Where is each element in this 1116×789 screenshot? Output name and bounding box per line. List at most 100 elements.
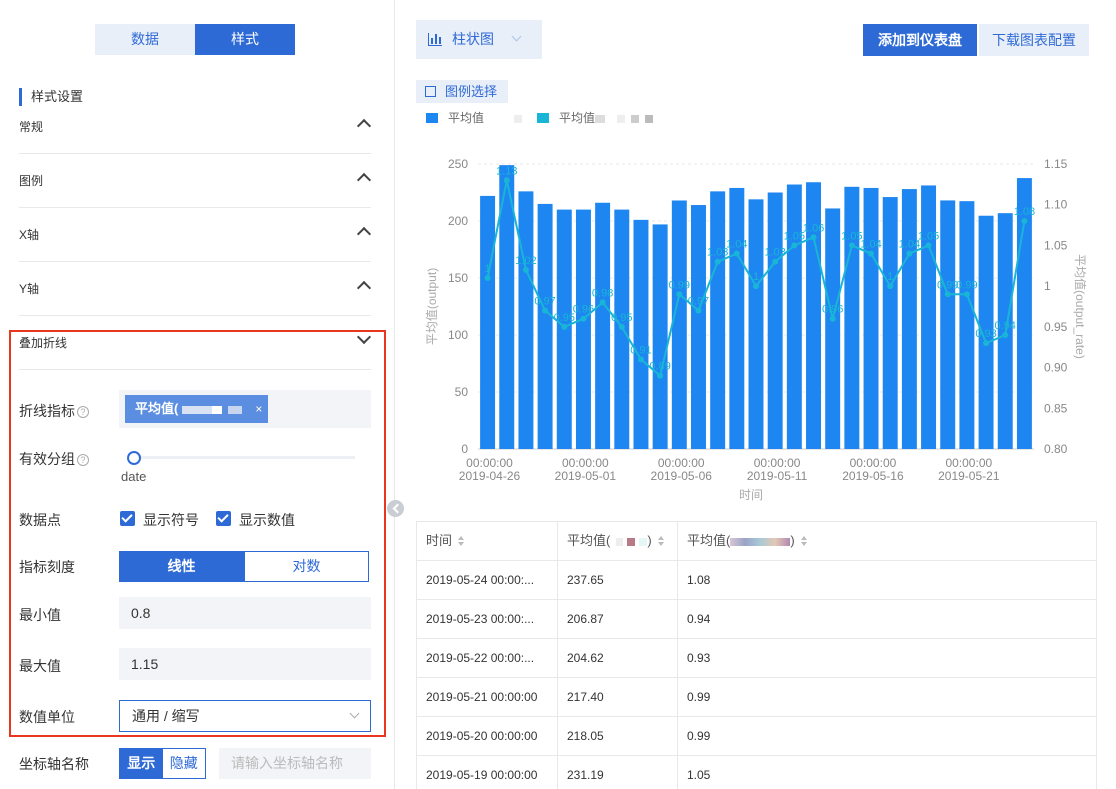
legend-item-bar[interactable]: 平均值: [426, 109, 523, 126]
line-data-label: 0.97: [688, 296, 709, 308]
legend-label: 平均值: [559, 111, 596, 125]
line-data-label: 0.95: [611, 312, 632, 324]
download-config-button[interactable]: 下载图表配置: [979, 24, 1089, 56]
line-point: [772, 258, 779, 265]
line-point: [944, 291, 951, 298]
y2-tick-label: 1.10: [1044, 198, 1068, 212]
y2-axis-title: 平均值(output_rate): [1073, 254, 1088, 359]
line-data-label: 0.96: [573, 304, 594, 316]
y-tick-label: 250: [448, 157, 468, 171]
line-point: [657, 372, 664, 379]
sort-icon[interactable]: [800, 536, 807, 546]
min-input[interactable]: 0.8: [119, 597, 371, 629]
line-data-label: 0.94: [995, 320, 1016, 332]
chevron-up-icon[interactable]: [356, 226, 372, 242]
legend-item-line[interactable]: 平均值: [537, 109, 654, 126]
header-avg-rate[interactable]: 平均值(): [677, 522, 1097, 560]
chevron-up-icon[interactable]: [356, 118, 372, 134]
axis-name-show-button[interactable]: 显示: [120, 749, 163, 778]
max-input[interactable]: 1.15: [119, 648, 371, 680]
table-row: 2019-05-23 00:00:... 206.87 0.94: [416, 600, 1097, 639]
x-tick-label: 00:00:00: [658, 456, 705, 470]
line-data-label: 1.08: [1014, 206, 1035, 218]
add-to-dashboard-button[interactable]: 添加到仪表盘: [863, 24, 977, 56]
table-row: 2019-05-19 00:00:00 231.19 1.05: [416, 756, 1097, 789]
table-cell: 2019-05-23 00:00:...: [416, 600, 557, 638]
bar: [575, 209, 591, 449]
line-point: [868, 250, 875, 257]
x-tick-label: 2019-05-01: [555, 469, 617, 483]
scale-label: 指标刻度: [19, 559, 75, 575]
line-data-label: 1.13: [496, 165, 517, 177]
bar-chart-icon: [428, 33, 442, 46]
y-tick-label: 0: [461, 442, 468, 456]
sort-icon[interactable]: [657, 536, 664, 546]
line-data-label: 1.05: [918, 230, 939, 242]
table-cell: 2019-05-21 00:00:00: [416, 678, 557, 716]
show-symbol-label: 显示符号: [143, 512, 199, 528]
line-point: [503, 177, 510, 184]
group-slider-handle[interactable]: [127, 451, 141, 465]
table-cell: 237.65: [557, 561, 677, 599]
table-cell: 1.08: [677, 561, 1097, 599]
line-point: [714, 258, 721, 265]
line-data-label: 1.06: [803, 222, 824, 234]
unit-select[interactable]: 通用 / 缩写: [119, 700, 371, 732]
line-point: [963, 291, 970, 298]
app-root: 数据 样式 样式设置 常规 图例 X轴 Y轴 叠加折线 折线指标? 平均值(×…: [0, 0, 1116, 789]
chevron-up-icon[interactable]: [356, 280, 372, 296]
x-tick-label: 2019-05-21: [938, 469, 1000, 483]
max-label: 最大值: [19, 658, 61, 674]
chevron-down-icon: [349, 708, 360, 719]
x-tick-label: 00:00:00: [466, 456, 513, 470]
tab-data[interactable]: 数据: [95, 24, 195, 55]
help-icon[interactable]: ?: [77, 454, 89, 466]
line-point: [829, 315, 836, 322]
chevron-up-icon[interactable]: [356, 172, 372, 188]
bar: [480, 195, 496, 449]
accordion-x-axis[interactable]: X轴: [19, 208, 372, 262]
bar: [518, 191, 534, 450]
accordion-legend[interactable]: 图例: [19, 154, 372, 208]
show-value-checkbox[interactable]: [216, 511, 231, 526]
close-icon[interactable]: ×: [255, 395, 262, 423]
accordion-general[interactable]: 常规: [19, 100, 372, 154]
line-point: [810, 234, 817, 241]
line-point: [695, 307, 702, 314]
accordion-label: Y轴: [19, 282, 40, 296]
y-axis-title: 平均值(output): [424, 268, 439, 345]
show-symbol-checkbox[interactable]: [120, 511, 135, 526]
axis-name-hide-button[interactable]: 隐藏: [162, 749, 205, 778]
line-data-label: 1.03: [764, 247, 785, 259]
header-time[interactable]: 时间: [416, 522, 557, 560]
line-point: [542, 307, 549, 314]
header-avg-output[interactable]: 平均值(): [557, 522, 677, 560]
min-label: 最小值: [19, 607, 61, 623]
line-data-label: 0.91: [630, 344, 651, 356]
table-cell: 218.05: [557, 717, 677, 755]
x-tick-label: 2019-04-26: [459, 469, 521, 483]
legend-select-button[interactable]: 图例选择: [416, 80, 508, 103]
x-tick-label: 2019-05-06: [651, 469, 713, 483]
accordion-y-axis[interactable]: Y轴: [19, 262, 372, 316]
legend-swatch: [426, 113, 438, 123]
scale-linear-button[interactable]: 线性: [119, 551, 244, 582]
collapse-panel-button[interactable]: [387, 500, 404, 517]
help-icon[interactable]: ?: [77, 406, 89, 418]
y2-tick-label: 0.80: [1044, 442, 1068, 456]
accordion-label: 图例: [19, 174, 44, 188]
y-tick-label: 150: [448, 271, 468, 285]
y2-tick-label: 0.90: [1044, 361, 1068, 375]
group-label: 有效分组?: [19, 449, 89, 469]
axis-name-input[interactable]: 请输入坐标轴名称: [219, 748, 371, 779]
table-cell: 231.19: [557, 756, 677, 789]
x-tick-label: 2019-05-11: [747, 469, 808, 483]
sort-icon[interactable]: [458, 536, 465, 546]
tab-style[interactable]: 样式: [195, 24, 295, 55]
line-data-label: 0.89: [649, 361, 670, 373]
chart-type-select[interactable]: 柱状图: [416, 20, 542, 59]
scale-log-button[interactable]: 对数: [244, 551, 369, 582]
group-slider-track[interactable]: [128, 456, 355, 459]
metric-select[interactable]: 平均值( ×: [119, 390, 371, 428]
bar: [537, 203, 553, 449]
